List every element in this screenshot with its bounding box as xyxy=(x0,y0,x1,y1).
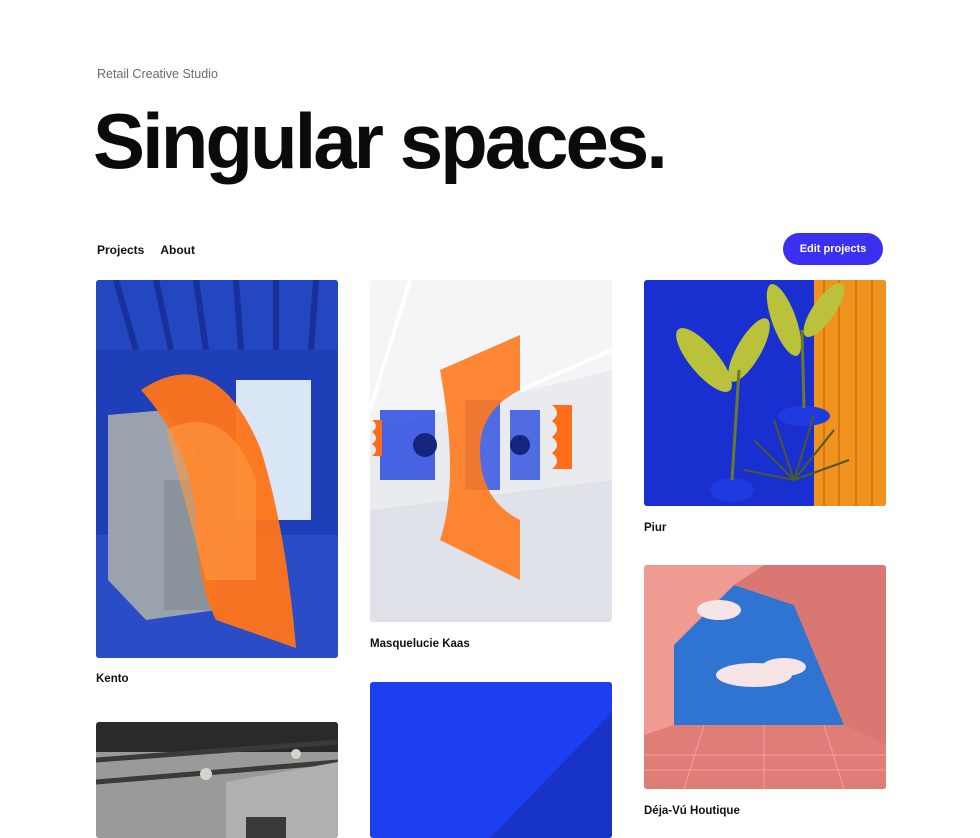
project-image-5[interactable] xyxy=(96,722,338,838)
nav-item-about[interactable]: About xyxy=(160,243,195,257)
project-image-6[interactable] xyxy=(370,682,612,838)
project-image-piur[interactable] xyxy=(644,280,886,506)
project-title-masquelucie-kaas: Masquelucie Kaas xyxy=(370,638,470,650)
project-image-kento[interactable] xyxy=(96,280,338,658)
nav-item-projects[interactable]: Projects xyxy=(97,243,144,257)
project-title-kento: Kento xyxy=(96,673,129,685)
project-image-masquelucie-kaas[interactable] xyxy=(370,280,612,622)
project-title-deja-vu-houtique: Déja-Vú Houtique xyxy=(644,805,740,817)
edit-projects-button[interactable]: Edit projects xyxy=(783,233,883,265)
project-image-deja-vu-houtique[interactable] xyxy=(644,565,886,789)
main-nav: Projects About xyxy=(97,243,195,257)
project-title-piur: Piur xyxy=(644,522,667,534)
studio-eyebrow: Retail Creative Studio xyxy=(97,67,218,81)
page-title: Singular spaces. xyxy=(93,97,668,185)
